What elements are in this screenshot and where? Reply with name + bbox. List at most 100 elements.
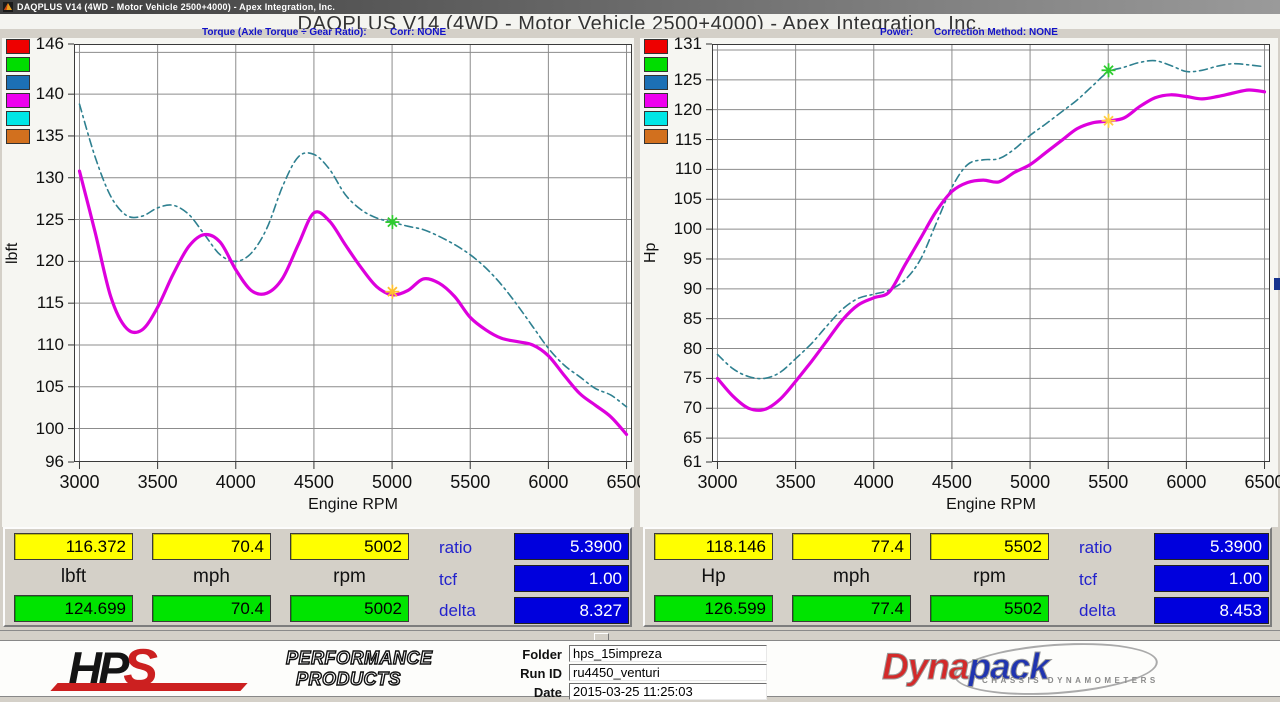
y-tick-label: 85 <box>640 309 702 329</box>
x-tick-label: 6000 <box>513 472 583 493</box>
legend-swatch <box>6 57 30 72</box>
date-label: Date <box>470 685 562 700</box>
torque-correction-label: Corr: NONE <box>390 27 446 38</box>
dynapack-dyna: Dyna <box>882 646 968 687</box>
app-icon <box>3 2 13 12</box>
rpm-unit-label: rpm <box>290 566 409 588</box>
x-tick-label: 3000 <box>682 472 752 493</box>
torque-live-value-box: 116.372 <box>14 533 133 560</box>
speed-unit-label: mph <box>792 566 911 588</box>
x-tick-label: 5000 <box>357 472 427 493</box>
x-tick-label: 4000 <box>201 472 271 493</box>
x-axis-title: Engine RPM <box>74 496 632 514</box>
y-tick-label: 140 <box>2 84 64 104</box>
power-correction-label: Correction Method: NONE <box>934 27 1058 38</box>
power-header-label: Power: <box>880 27 913 38</box>
y-tick-label: 100 <box>2 419 64 439</box>
torque-chart-panel: 1461401351301251201151101051009630003500… <box>2 38 634 527</box>
dynapack-tagline: CHASSIS DYNAMOMETERS <box>982 676 1159 685</box>
ratio-label: ratio <box>439 538 503 558</box>
torque-readout-panel: 116.372 70.4 5002 lbft mph rpm 124.699 7… <box>3 527 632 627</box>
delta-label: delta <box>1079 601 1143 621</box>
y-tick-label: 120 <box>640 100 702 120</box>
hps-tagline-line2: PRODUCTS <box>296 669 433 690</box>
delta-value-box: 8.453 <box>1154 597 1269 624</box>
x-tick-label: 6000 <box>1151 472 1221 493</box>
y-tick-label: 110 <box>2 335 64 355</box>
y-tick-label: 75 <box>640 368 702 388</box>
x-tick-label: 3000 <box>44 472 114 493</box>
daqplus-app-window: DAQPLUS V14 (4WD - Motor Vehicle 2500+40… <box>0 0 1280 702</box>
torque-unit-label: lbft <box>14 566 133 588</box>
speed-peak-value-box: 70.4 <box>152 595 271 622</box>
y-tick-label: 135 <box>2 126 64 146</box>
delta-label: delta <box>439 601 503 621</box>
x-tick-label: 4500 <box>279 472 349 493</box>
y-tick-label: 65 <box>640 428 702 448</box>
power-peak-value-box: 126.599 <box>654 595 773 622</box>
window-titlebar[interactable]: DAQPLUS V14 (4WD - Motor Vehicle 2500+40… <box>0 0 1280 14</box>
run-id-input[interactable] <box>569 664 767 681</box>
tcf-label: tcf <box>1079 570 1143 590</box>
ratio-value-box: 5.3900 <box>1154 533 1269 560</box>
folder-label: Folder <box>470 647 562 662</box>
speed-unit-label: mph <box>152 566 271 588</box>
y-tick-label: 115 <box>2 293 64 313</box>
speed-peak-value-box: 77.4 <box>792 595 911 622</box>
splitter-strip <box>0 630 1280 640</box>
rpm-peak-value-box: 5002 <box>290 595 409 622</box>
speed-live-value-box: 70.4 <box>152 533 271 560</box>
y-tick-label: 80 <box>640 339 702 359</box>
report-heading-strip: DAQPLUS V14 (4WD - Motor Vehicle 2500+40… <box>0 14 1280 29</box>
x-tick-label: 5500 <box>1073 472 1143 493</box>
rpm-live-value-box: 5002 <box>290 533 409 560</box>
hps-swoosh-graphic <box>50 683 247 691</box>
y-axis-title: lbft <box>4 211 22 295</box>
power-chart-panel: 1311251201151101051009590858075706561300… <box>640 38 1278 527</box>
x-tick-label: 5500 <box>435 472 505 493</box>
y-tick-label: 130 <box>2 168 64 188</box>
x-tick-label: 5000 <box>995 472 1065 493</box>
x-tick-label: 6500 <box>1230 472 1280 493</box>
ratio-label: ratio <box>1079 538 1143 558</box>
hps-tagline: PERFORMANCE PRODUCTS <box>286 648 433 690</box>
rpm-unit-label: rpm <box>930 566 1049 588</box>
ratio-value-box: 5.3900 <box>514 533 629 560</box>
y-tick-label: 70 <box>640 398 702 418</box>
y-tick-label: 125 <box>640 70 702 90</box>
y-tick-label: 110 <box>640 159 702 179</box>
date-input[interactable] <box>569 683 767 700</box>
torque-peak-value-box: 124.699 <box>14 595 133 622</box>
rpm-live-value-box: 5502 <box>930 533 1049 560</box>
x-axis-title: Engine RPM <box>712 496 1270 514</box>
y-tick-label: 105 <box>2 377 64 397</box>
tcf-value-box: 1.00 <box>514 565 629 592</box>
x-tick-label: 3500 <box>123 472 193 493</box>
x-tick-label: 4500 <box>917 472 987 493</box>
y-tick-label: 61 <box>640 452 702 472</box>
clipped-edge-icon <box>1274 278 1280 290</box>
power-chart-plot <box>712 44 1270 472</box>
torque-header-label: Torque (Axle Torque ÷ Gear Ratio): <box>202 27 367 38</box>
power-unit-label: Hp <box>654 566 773 588</box>
tcf-value-box: 1.00 <box>1154 565 1269 592</box>
y-tick-label: 105 <box>640 189 702 209</box>
dynapack-logo: Dynapack CHASSIS DYNAMOMETERS <box>876 643 1176 695</box>
y-axis-title: Hp <box>642 211 660 295</box>
legend-swatch <box>6 111 30 126</box>
tcf-label: tcf <box>439 570 503 590</box>
x-tick-label: 3500 <box>761 472 831 493</box>
rpm-peak-value-box: 5502 <box>930 595 1049 622</box>
delta-value-box: 8.327 <box>514 597 629 624</box>
speed-live-value-box: 77.4 <box>792 533 911 560</box>
window-title: DAQPLUS V14 (4WD - Motor Vehicle 2500+40… <box>17 2 335 12</box>
run-id-label: Run ID <box>470 666 562 681</box>
folder-input[interactable] <box>569 645 767 662</box>
power-live-value-box: 118.146 <box>654 533 773 560</box>
x-tick-label: 4000 <box>839 472 909 493</box>
y-tick-label: 131 <box>640 34 702 54</box>
y-tick-label: 146 <box>2 34 64 54</box>
hps-logo: HPS PERFORMANCE PRODUCTS <box>68 643 448 695</box>
y-tick-label: 96 <box>2 452 64 472</box>
footer-strip: HPS PERFORMANCE PRODUCTS Folder Run ID D… <box>0 640 1280 697</box>
